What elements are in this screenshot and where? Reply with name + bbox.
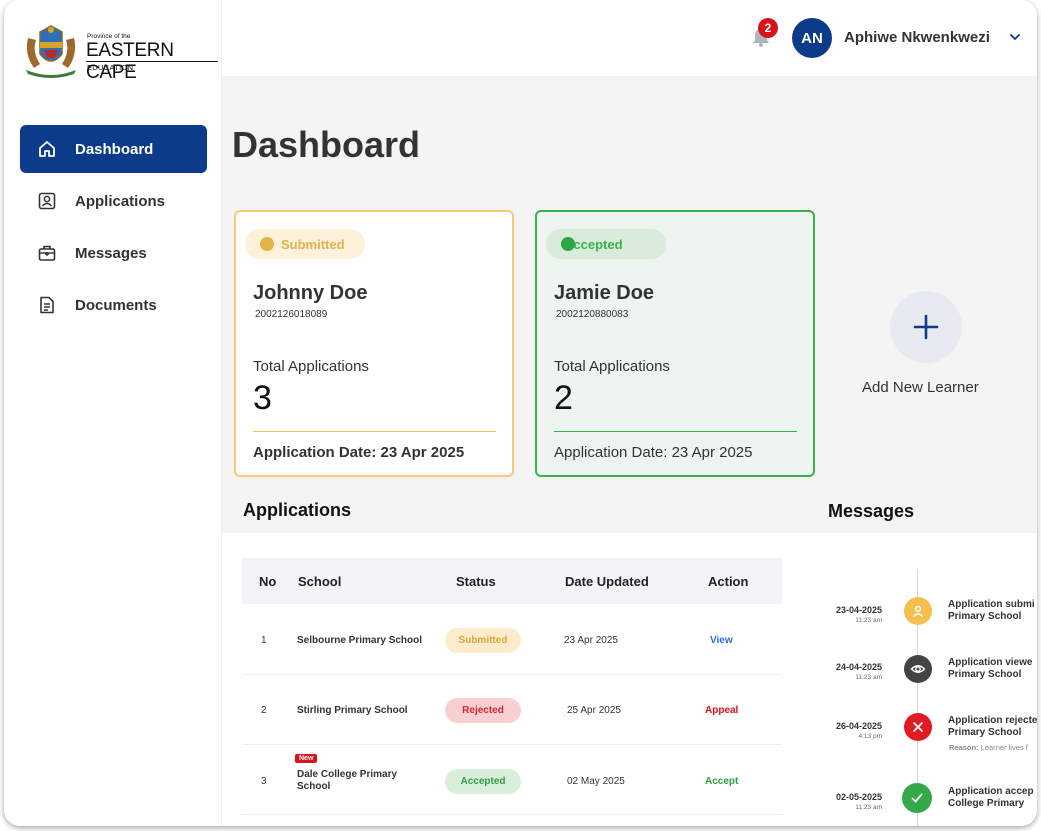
sidebar-item-applications[interactable]: Applications: [20, 177, 207, 225]
user-icon: [904, 597, 932, 625]
message-time: 4:13 pm: [858, 733, 883, 740]
sidebar-item-dashboard[interactable]: Dashboard: [20, 125, 207, 173]
application-date: Application Date: 23 Apr 2025: [554, 444, 753, 461]
new-badge: New: [295, 754, 318, 763]
learner-card[interactable]: Accepted Jamie Doe 2002120880083 Total A…: [535, 210, 815, 477]
logo-province-text: Province of the: [87, 33, 131, 40]
add-learner-button[interactable]: [890, 291, 962, 363]
page-title: Dashboard: [232, 124, 421, 165]
school-name: Stirling Primary School: [297, 705, 408, 716]
learner-id-number: 2002120880083: [556, 309, 629, 320]
message-date: 24-04-2025: [835, 662, 882, 672]
date-updated: 25 Apr 2025: [567, 705, 621, 716]
column-header: Status: [456, 574, 496, 589]
eye-icon: [904, 655, 932, 683]
view-link[interactable]: View: [710, 635, 733, 646]
row-number: 3: [261, 776, 267, 787]
logo-department: EDUCATION: [87, 63, 134, 72]
column-header: No: [259, 574, 277, 589]
status-badge: Submitted: [445, 628, 521, 653]
status-badge: Submitted: [245, 229, 365, 259]
date-updated: 02 May 2025: [567, 776, 625, 787]
message-text[interactable]: Application rejecte Primary School: [948, 715, 1037, 739]
table-row[interactable]: 2 Stirling Primary School Rejected 25 Ap…: [242, 675, 782, 745]
sidebar: Province of the EASTERN CAPE EDUCATION D…: [4, 0, 222, 826]
table-row[interactable]: 3 New Dale College Primary School Accept…: [242, 745, 782, 815]
check-icon: [902, 783, 932, 813]
sidebar-item-label: Applications: [75, 192, 166, 210]
accept-link[interactable]: Accept: [705, 776, 738, 787]
sidebar-item-messages[interactable]: Messages: [20, 229, 207, 277]
home-icon: [37, 139, 57, 159]
status-badge: Accepted: [445, 769, 521, 794]
sidebar-item-label: Documents: [75, 296, 157, 314]
briefcase-icon: [37, 243, 57, 263]
school-name: Dale College Primary School: [297, 769, 398, 792]
message-time: 11:23 am: [855, 674, 882, 681]
plus-icon: [913, 314, 939, 340]
rejection-reason: Reason: Learner lives f: [949, 743, 1028, 752]
learner-card[interactable]: Submitted Johnny Doe 2002126018089 Total…: [234, 210, 514, 477]
message-time: 11:23 am: [855, 617, 882, 624]
message-text[interactable]: Application accep College Primary: [948, 786, 1034, 810]
learner-name: Johnny Doe: [253, 282, 368, 304]
message-text[interactable]: Application submi Primary School: [948, 599, 1035, 623]
application-date: Application Date: 23 Apr 2025: [253, 444, 465, 461]
table-row[interactable]: 1 Selbourne Primary School Submitted 23 …: [242, 604, 782, 675]
learner-id-number: 2002126018089: [255, 309, 328, 320]
status-badge: Rejected: [445, 698, 521, 723]
message-date: 23-04-2025: [835, 605, 882, 615]
document-icon: [37, 295, 57, 315]
sidebar-item-documents[interactable]: Documents: [20, 281, 207, 329]
close-icon: [904, 713, 932, 741]
card-divider: [253, 431, 496, 432]
total-applications-value: 3: [253, 379, 272, 417]
top-bar: 2 AN Aphiwe Nkwenkwezi: [222, 0, 1037, 76]
sidebar-item-label: Dashboard: [75, 140, 154, 158]
app-window: Province of the EASTERN CAPE EDUCATION D…: [4, 0, 1037, 826]
message-date: 02-05-2025: [835, 792, 882, 802]
total-applications-value: 2: [554, 379, 573, 417]
column-header: Date Updated: [565, 574, 649, 589]
eastern-cape-education-logo[interactable]: Province of the EASTERN CAPE EDUCATION: [20, 24, 220, 83]
sidebar-nav: Dashboard Applications Messages Document…: [20, 125, 207, 333]
status-text: Submitted: [281, 236, 345, 252]
user-name[interactable]: Aphiwe Nkwenkwezi: [844, 29, 990, 46]
total-applications-label: Total Applications: [554, 358, 670, 375]
learner-name: Jamie Doe: [554, 282, 655, 304]
coat-of-arms-icon: [26, 25, 76, 78]
column-header: Action: [708, 574, 749, 589]
card-divider: [554, 431, 797, 432]
status-badge: Accepted: [546, 229, 666, 259]
status-dot: [561, 237, 575, 251]
avatar[interactable]: AN: [792, 18, 832, 58]
logo-underline: [86, 61, 218, 62]
appeal-link[interactable]: Appeal: [705, 705, 738, 716]
total-applications-label: Total Applications: [253, 358, 369, 375]
status-dot: [260, 237, 274, 251]
messages-heading: Messages: [828, 501, 915, 521]
notification-badge: 2: [758, 18, 778, 38]
row-number: 2: [261, 705, 267, 716]
chevron-down-icon[interactable]: [1008, 30, 1022, 44]
logo-province-name: EASTERN CAPE: [86, 40, 174, 83]
date-updated: 23 Apr 2025: [564, 635, 618, 646]
applications-heading: Applications: [243, 500, 352, 520]
row-number: 1: [261, 635, 267, 646]
sidebar-item-label: Messages: [75, 244, 147, 262]
school-name: Selbourne Primary School: [297, 635, 423, 646]
user-card-icon: [37, 191, 57, 211]
message-time: 11:23 am: [855, 804, 882, 811]
add-learner-label[interactable]: Add New Learner: [862, 379, 979, 396]
table-header: No School Status Date Updated Action: [242, 558, 782, 604]
message-date: 26-04-2025: [835, 721, 882, 731]
message-text[interactable]: Application viewe Primary School: [948, 657, 1032, 681]
column-header: School: [298, 574, 342, 589]
